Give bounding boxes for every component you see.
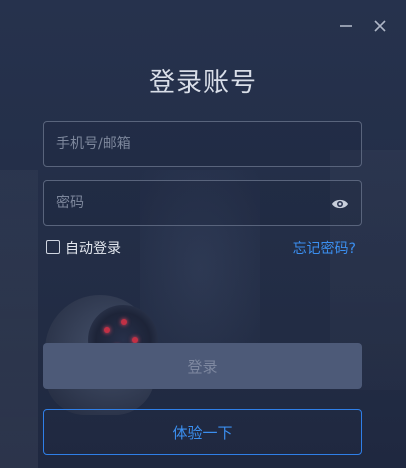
try-button[interactable]: 体验一下 [43,409,362,455]
background-wall [0,170,38,468]
login-button[interactable]: 登录 [43,343,362,389]
password-input[interactable] [44,181,361,225]
login-window: 登录账号 自动登录 忘记密码? 登录 体验一下 [0,0,406,468]
forgot-password-link[interactable]: 忘记密码? [293,238,356,258]
camera-led [104,327,110,333]
page-title: 登录账号 [148,68,257,98]
password-field [43,180,362,226]
auto-login-checkbox[interactable] [46,240,60,254]
login-options-row: 自动登录 忘记密码? [46,238,356,258]
camera-led [121,319,127,325]
account-field [43,121,362,167]
close-icon[interactable] [372,18,388,34]
auto-login-label[interactable]: 自动登录 [65,238,121,258]
eye-icon[interactable] [331,196,349,210]
window-controls [338,18,388,34]
minimize-icon[interactable] [338,18,354,34]
account-input[interactable] [44,122,361,166]
